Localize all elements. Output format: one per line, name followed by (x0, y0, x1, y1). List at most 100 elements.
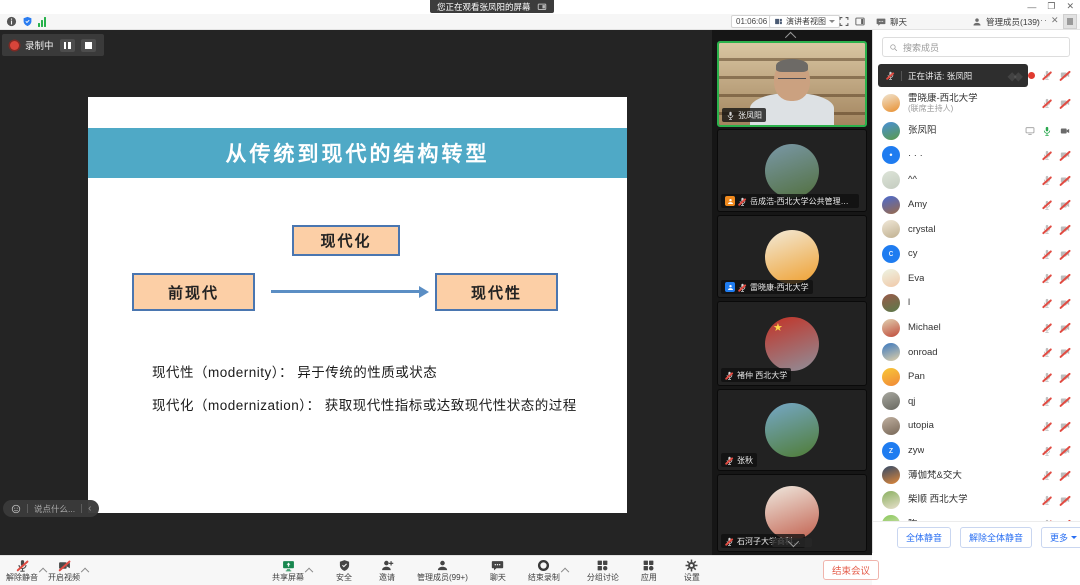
stop-recording-button[interactable] (81, 39, 96, 52)
member-row[interactable]: onroad (873, 340, 1080, 365)
member-avatar: c (882, 245, 900, 263)
member-row[interactable]: Michael (873, 315, 1080, 340)
toolbar-apps[interactable]: 应用 (636, 556, 662, 585)
toolbar-unmute-caret[interactable] (39, 556, 48, 585)
member-row[interactable]: 柴顺 西北大学 (873, 488, 1080, 513)
video-tile[interactable]: 雷晓康-西北大学 (717, 215, 867, 298)
mic-off-icon (738, 197, 747, 206)
cam-glyph (1059, 175, 1071, 185)
watching-screen-tooltip: 您正在观看张凤阳的屏幕 (430, 0, 554, 13)
start-video-icon (58, 559, 71, 572)
member-row[interactable]: utopia (873, 414, 1080, 439)
member-row[interactable]: Pan (873, 365, 1080, 390)
fullscreen-button[interactable] (838, 16, 850, 27)
tab-chat[interactable]: 聊天 (876, 15, 907, 29)
mic-off-icon (725, 537, 734, 546)
search-members-input[interactable]: 搜索成员 (882, 37, 1070, 57)
member-avatar (882, 466, 900, 484)
member-name: ^^ (908, 174, 917, 185)
scroll-up-chevron[interactable] (772, 31, 812, 40)
mic-glyph (1042, 98, 1052, 108)
minimize-button[interactable]: — (1027, 2, 1036, 12)
member-row[interactable]: Eva (873, 266, 1080, 291)
video-tile[interactable]: 张秋 (717, 389, 867, 471)
member-row[interactable]: c cy (873, 242, 1080, 267)
toolbar-manage-members[interactable]: 管理成员(99+) (417, 556, 468, 585)
member-status-icons (1042, 323, 1071, 333)
toolbar-share-screen-caret[interactable] (305, 556, 314, 585)
member-name: · · · (908, 150, 923, 161)
mic-off-icon (1042, 70, 1052, 80)
panel-more-button[interactable]: ··· (1036, 15, 1048, 25)
member-row[interactable]: 薄伽梵&交大 (873, 463, 1080, 488)
member-status-icons (1042, 421, 1071, 431)
side-panel-layout-button[interactable] (854, 16, 866, 27)
emoji-icon[interactable] (11, 504, 21, 514)
toolbar-stop-recording[interactable]: 结束录制 (528, 556, 560, 585)
view-layout-icon (774, 17, 783, 26)
end-meeting-button[interactable]: 结束会议 (823, 560, 879, 580)
video-tile[interactable]: 张凤阳 (717, 41, 867, 127)
member-name: Michael (908, 322, 941, 333)
toolbar-security-label: 安全 (336, 574, 352, 582)
meeting-security-shield-icon[interactable] (22, 16, 33, 27)
scroll-down-chevron[interactable] (772, 538, 812, 547)
toolbar-start-video[interactable]: 开启视频 (48, 556, 80, 585)
member-row[interactable]: crystal (873, 217, 1080, 242)
mute-all-button[interactable]: 全体静音 (897, 527, 951, 548)
panel-toggle-button[interactable] (1063, 14, 1077, 29)
restore-button[interactable]: ❐ (1047, 1, 1055, 12)
recording-indicator: 录制中 (2, 34, 104, 56)
member-role: (联席主持人) (908, 104, 978, 114)
member-name: 柴顺 西北大学 (908, 494, 968, 505)
watermark-logo: ◆◆ (1008, 69, 1020, 83)
member-row[interactable]: ^^ (873, 168, 1080, 193)
recording-label: 录制中 (25, 38, 54, 52)
member-row[interactable]: qj (873, 389, 1080, 414)
member-row[interactable]: 正在讲话: 张凤阳 ◆◆ 张凤阳 (873, 63, 1080, 88)
member-row[interactable]: 张凤阳 (873, 119, 1080, 144)
member-row[interactable]: 雷晓康-西北大学(联席主持人) (873, 88, 1080, 119)
quick-chat-input[interactable]: 说点什么... ‹ (3, 500, 99, 517)
toolbar-start-video-label: 开启视频 (48, 574, 80, 582)
speaking-tooltip: 正在讲话: 张凤阳 ◆◆ (878, 64, 1028, 87)
toolbar-share-screen[interactable]: 共享屏幕 (272, 556, 304, 585)
view-mode-button[interactable]: 演讲者视图 (769, 15, 840, 28)
toolbar-unmute[interactable]: 解除静音 (6, 556, 38, 585)
cam-off-icon (1059, 70, 1071, 80)
toolbar-settings[interactable]: 设置 (679, 556, 705, 585)
member-status-icons (1042, 249, 1071, 259)
toolbar-security[interactable]: 安全 (331, 556, 357, 585)
mic-off-icon (725, 456, 734, 465)
member-avatar (882, 319, 900, 337)
close-window-button[interactable]: ✕ (1066, 1, 1074, 12)
cam-glyph (1059, 200, 1071, 210)
member-row[interactable]: z zyw (873, 438, 1080, 463)
member-avatar (882, 368, 900, 386)
meeting-info-icon[interactable] (6, 16, 17, 27)
member-row[interactable]: • · · · (873, 143, 1080, 168)
member-name: 薄伽梵&交大 (908, 470, 962, 481)
member-row[interactable]: l (873, 291, 1080, 316)
toolbar-breakout-rooms[interactable]: 分组讨论 (587, 556, 619, 585)
toolbar-unmute-label: 解除静音 (6, 574, 38, 582)
more-button[interactable]: 更多 (1041, 527, 1080, 548)
panel-close-button[interactable]: ✕ (1051, 15, 1059, 26)
toolbar-start-video-caret[interactable] (81, 556, 90, 585)
cam-glyph (1059, 495, 1071, 505)
avatar (765, 230, 819, 284)
member-row[interactable]: Amy (873, 192, 1080, 217)
video-tile[interactable]: ★褚仲 西北大学 (717, 301, 867, 386)
members-panel: 搜索成员 正在讲话: 张凤阳 ◆◆ 张凤阳 雷晓康-西北大学(联席主持人) 张凤… (872, 30, 1080, 553)
badge-person-icon (727, 284, 734, 291)
toolbar-stop-recording-caret[interactable] (561, 556, 570, 585)
video-tile[interactable]: 岳成浩-西北大学公共管理学院 (717, 129, 867, 212)
badge-person-icon (727, 198, 734, 205)
toolbar-chat[interactable]: 聊天 (485, 556, 511, 585)
toolbar-invite[interactable]: 邀请 (374, 556, 400, 585)
pause-recording-button[interactable] (60, 39, 75, 52)
member-row[interactable]: 陈 (873, 512, 1080, 521)
unmute-all-button[interactable]: 解除全体静音 (960, 527, 1032, 548)
tab-manage-members[interactable]: 管理成员(139) (972, 15, 1040, 29)
toolbar-chat-label: 聊天 (490, 574, 506, 582)
